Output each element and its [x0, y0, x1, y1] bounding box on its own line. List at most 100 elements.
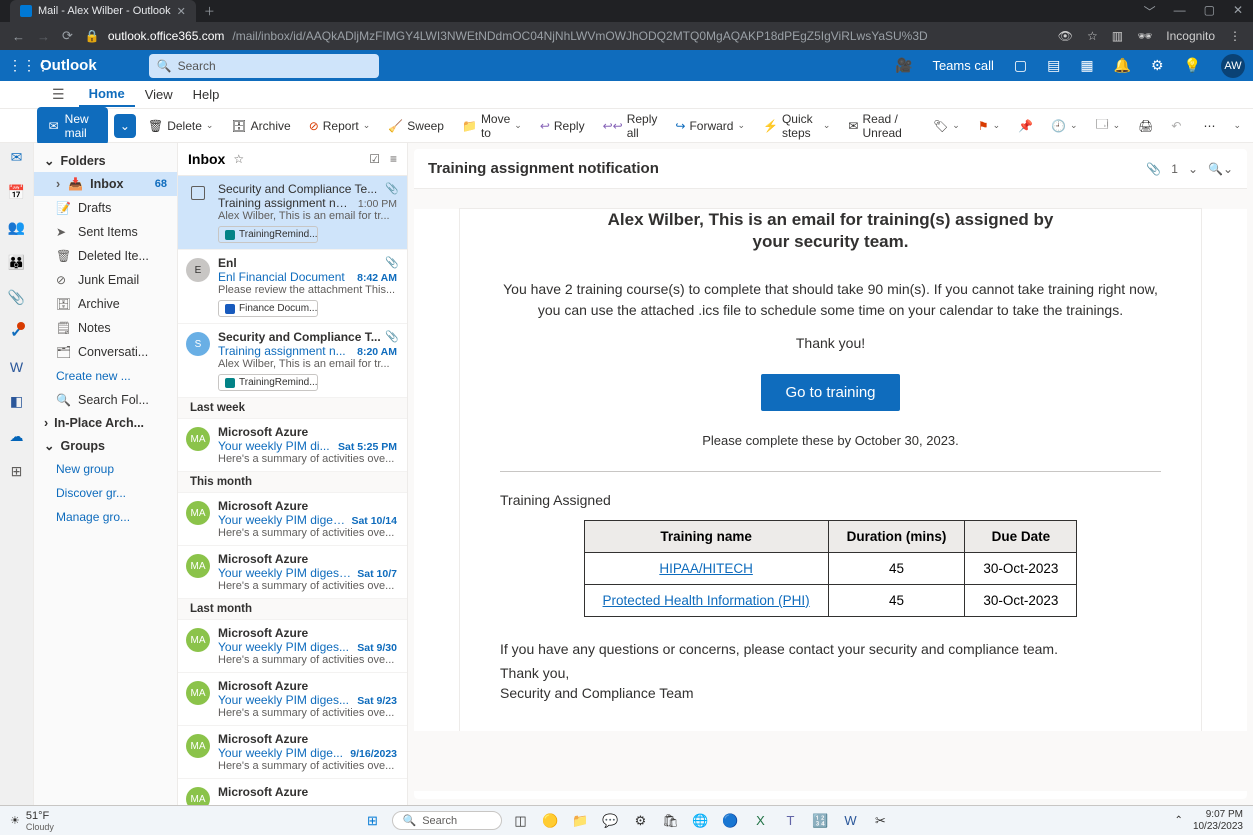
todo-rail-icon[interactable]: ✔	[11, 324, 23, 341]
more-button[interactable]: ⋯	[1197, 115, 1221, 137]
browser-tab[interactable]: Mail - Alex Wilber - Outlook ✕	[10, 0, 196, 22]
files-rail-icon[interactable]: 📎	[8, 289, 25, 306]
system-clock[interactable]: 9:07 PM 10/23/2023	[1193, 809, 1243, 833]
folder-archive[interactable]: 🗄Archive	[34, 292, 177, 316]
sweep-button[interactable]: 🧹Sweep	[382, 115, 450, 137]
manage-groups-link[interactable]: Manage gro...	[34, 505, 177, 529]
word-rail-icon[interactable]: W	[10, 359, 23, 375]
calendar-rail-icon[interactable]: 📅	[8, 184, 25, 201]
create-new-folder[interactable]: Create new ...	[34, 364, 177, 388]
new-tab-icon[interactable]: ＋	[204, 3, 215, 19]
forward-icon[interactable]: →	[37, 29, 50, 44]
start-icon[interactable]: ⊞	[362, 810, 384, 832]
read-unread-button[interactable]: ✉Read / Unread	[842, 108, 921, 144]
in-place-archive-section[interactable]: ›In-Place Arch...	[34, 412, 177, 434]
task-view-icon[interactable]: ◫	[510, 810, 532, 832]
message-item[interactable]: MA Microsoft Azure Your weekly PIM di...…	[178, 419, 407, 472]
tab-view[interactable]: View	[135, 83, 183, 106]
hamburger-icon[interactable]: ☰	[52, 86, 65, 103]
settings-taskbar-icon[interactable]: ⚙	[630, 810, 652, 832]
kebab-menu-icon[interactable]: ⋮	[1229, 29, 1241, 43]
edge-icon[interactable]: 🌐	[690, 810, 712, 832]
eye-off-icon[interactable]: 👁	[1058, 29, 1073, 43]
close-window-icon[interactable]: ✕	[1233, 3, 1243, 20]
store-icon[interactable]: 🛍	[660, 810, 682, 832]
search-folders[interactable]: 🔍Search Fol...	[34, 388, 177, 412]
chrome-icon[interactable]: 🔵	[720, 810, 742, 832]
message-item[interactable]: MA Microsoft AzureYour weekly PIM diges.…	[178, 493, 407, 546]
checkbox-icon[interactable]	[191, 186, 205, 200]
flag-button[interactable]: ⚑⌄	[972, 115, 1006, 137]
discover-groups-link[interactable]: Discover gr...	[34, 481, 177, 505]
message-item[interactable]: MA Microsoft AzureYour weekly PIM diges.…	[178, 620, 407, 673]
filter-icon[interactable]: ≡	[390, 152, 397, 166]
people-rail-icon[interactable]: 👥	[8, 219, 25, 236]
archive-button[interactable]: 🗄Archive	[225, 115, 296, 137]
message-item[interactable]: MA Microsoft Azure	[178, 779, 407, 805]
new-mail-button[interactable]: ✉ New mail	[37, 107, 108, 145]
teams2-icon[interactable]: T	[780, 810, 802, 832]
message-item[interactable]: MA Microsoft AzureYour weekly PIM digest…	[178, 546, 407, 599]
snooze-button[interactable]: 🕘⌄	[1045, 115, 1084, 137]
new-group-link[interactable]: New group	[34, 457, 177, 481]
calc-icon[interactable]: 🔢	[810, 810, 832, 832]
attachment-header-icon[interactable]: 📎	[1146, 162, 1161, 176]
word-taskbar-icon[interactable]: W	[840, 810, 862, 832]
mail-rail-icon[interactable]: ✉	[11, 149, 23, 166]
star-icon[interactable]: ☆	[1087, 29, 1098, 43]
teams-chat-icon[interactable]: ▤	[1047, 57, 1060, 74]
attachment-chip[interactable]: TrainingRemind...	[218, 226, 318, 243]
url-field[interactable]: 🔒 outlook.office365.com/mail/inbox/id/AA…	[85, 29, 1046, 43]
folder-sent[interactable]: ➤Sent Items	[34, 220, 177, 244]
reply-all-button[interactable]: ↩↩Reply all	[597, 108, 664, 144]
search-input[interactable]: 🔍 Search	[149, 54, 379, 78]
attachment-chip[interactable]: Finance Docum...	[218, 300, 318, 317]
extensions-icon[interactable]: ▥	[1112, 29, 1123, 43]
meet-now-icon[interactable]: ▢	[1014, 57, 1027, 74]
reply-button[interactable]: ↩Reply	[534, 115, 591, 137]
folder-drafts[interactable]: 📝Drafts	[34, 196, 177, 220]
training-link-1[interactable]: HIPAA/HITECH	[659, 561, 753, 576]
attachment-chip[interactable]: TrainingRemind...	[218, 374, 318, 391]
onedrive-rail-icon[interactable]: ☁	[10, 428, 24, 445]
taskbar-search[interactable]: 🔍Search	[392, 811, 502, 830]
quick-steps-button[interactable]: ⚡Quick steps⌄	[757, 108, 836, 144]
more-apps-rail-icon[interactable]: ⊞	[11, 463, 23, 480]
pin-button[interactable]: 📌	[1012, 115, 1039, 137]
teams-camera-icon[interactable]: 🎥	[895, 57, 912, 74]
tab-help[interactable]: Help	[183, 83, 230, 106]
day-icon[interactable]: ▦	[1080, 57, 1093, 74]
folder-notes[interactable]: 🗒Notes	[34, 316, 177, 340]
groups-section[interactable]: ⌄Groups	[34, 434, 177, 457]
training-link-2[interactable]: Protected Health Information (PHI)	[603, 593, 810, 608]
move-to-button[interactable]: 📁Move to⌄	[456, 108, 528, 144]
teams-call-label[interactable]: Teams call	[932, 58, 993, 73]
message-item[interactable]: S 📎 Security and Compliance T... Trainin…	[178, 324, 407, 398]
back-icon[interactable]: ←	[12, 29, 25, 44]
favorite-star-icon[interactable]: ☆	[233, 152, 244, 166]
settings-icon[interactable]: ⚙	[1151, 57, 1164, 74]
message-item[interactable]: 📎 Security and Compliance Te... Training…	[178, 176, 407, 250]
select-mode-icon[interactable]: ☑	[369, 152, 380, 166]
report-button[interactable]: ⊘Report⌄	[303, 115, 377, 137]
folder-deleted[interactable]: 🗑Deleted Ite...	[34, 244, 177, 268]
zoom-icon[interactable]: 🔍⌄	[1208, 162, 1233, 176]
undo-button[interactable]: ↶	[1165, 115, 1187, 137]
tag-button[interactable]: 🏷⌄	[927, 115, 966, 137]
copilot-icon[interactable]: 🟡	[540, 810, 562, 832]
app-launcher-icon[interactable]: ⋮⋮⋮	[8, 57, 28, 74]
minimize-icon[interactable]: ﹀	[1144, 3, 1156, 20]
tray-chevron-icon[interactable]: ⌃	[1175, 815, 1183, 826]
minimize-window-icon[interactable]: —	[1174, 3, 1186, 20]
app-rail-icon[interactable]: ◧	[10, 393, 23, 410]
ribbon-collapse[interactable]: ⌄	[1227, 116, 1247, 135]
folder-conversation[interactable]: 🗂Conversati...	[34, 340, 177, 364]
groups-rail-icon[interactable]: 👪	[8, 254, 25, 271]
tips-icon[interactable]: 💡	[1184, 57, 1201, 74]
maximize-window-icon[interactable]: ▢	[1204, 3, 1215, 20]
folder-junk[interactable]: ⊘Junk Email	[34, 268, 177, 292]
print-button[interactable]: 🖨	[1132, 115, 1159, 137]
window-button[interactable]: 🗔⌄	[1090, 111, 1127, 140]
close-tab-icon[interactable]: ✕	[177, 5, 186, 18]
tab-home[interactable]: Home	[79, 82, 135, 107]
